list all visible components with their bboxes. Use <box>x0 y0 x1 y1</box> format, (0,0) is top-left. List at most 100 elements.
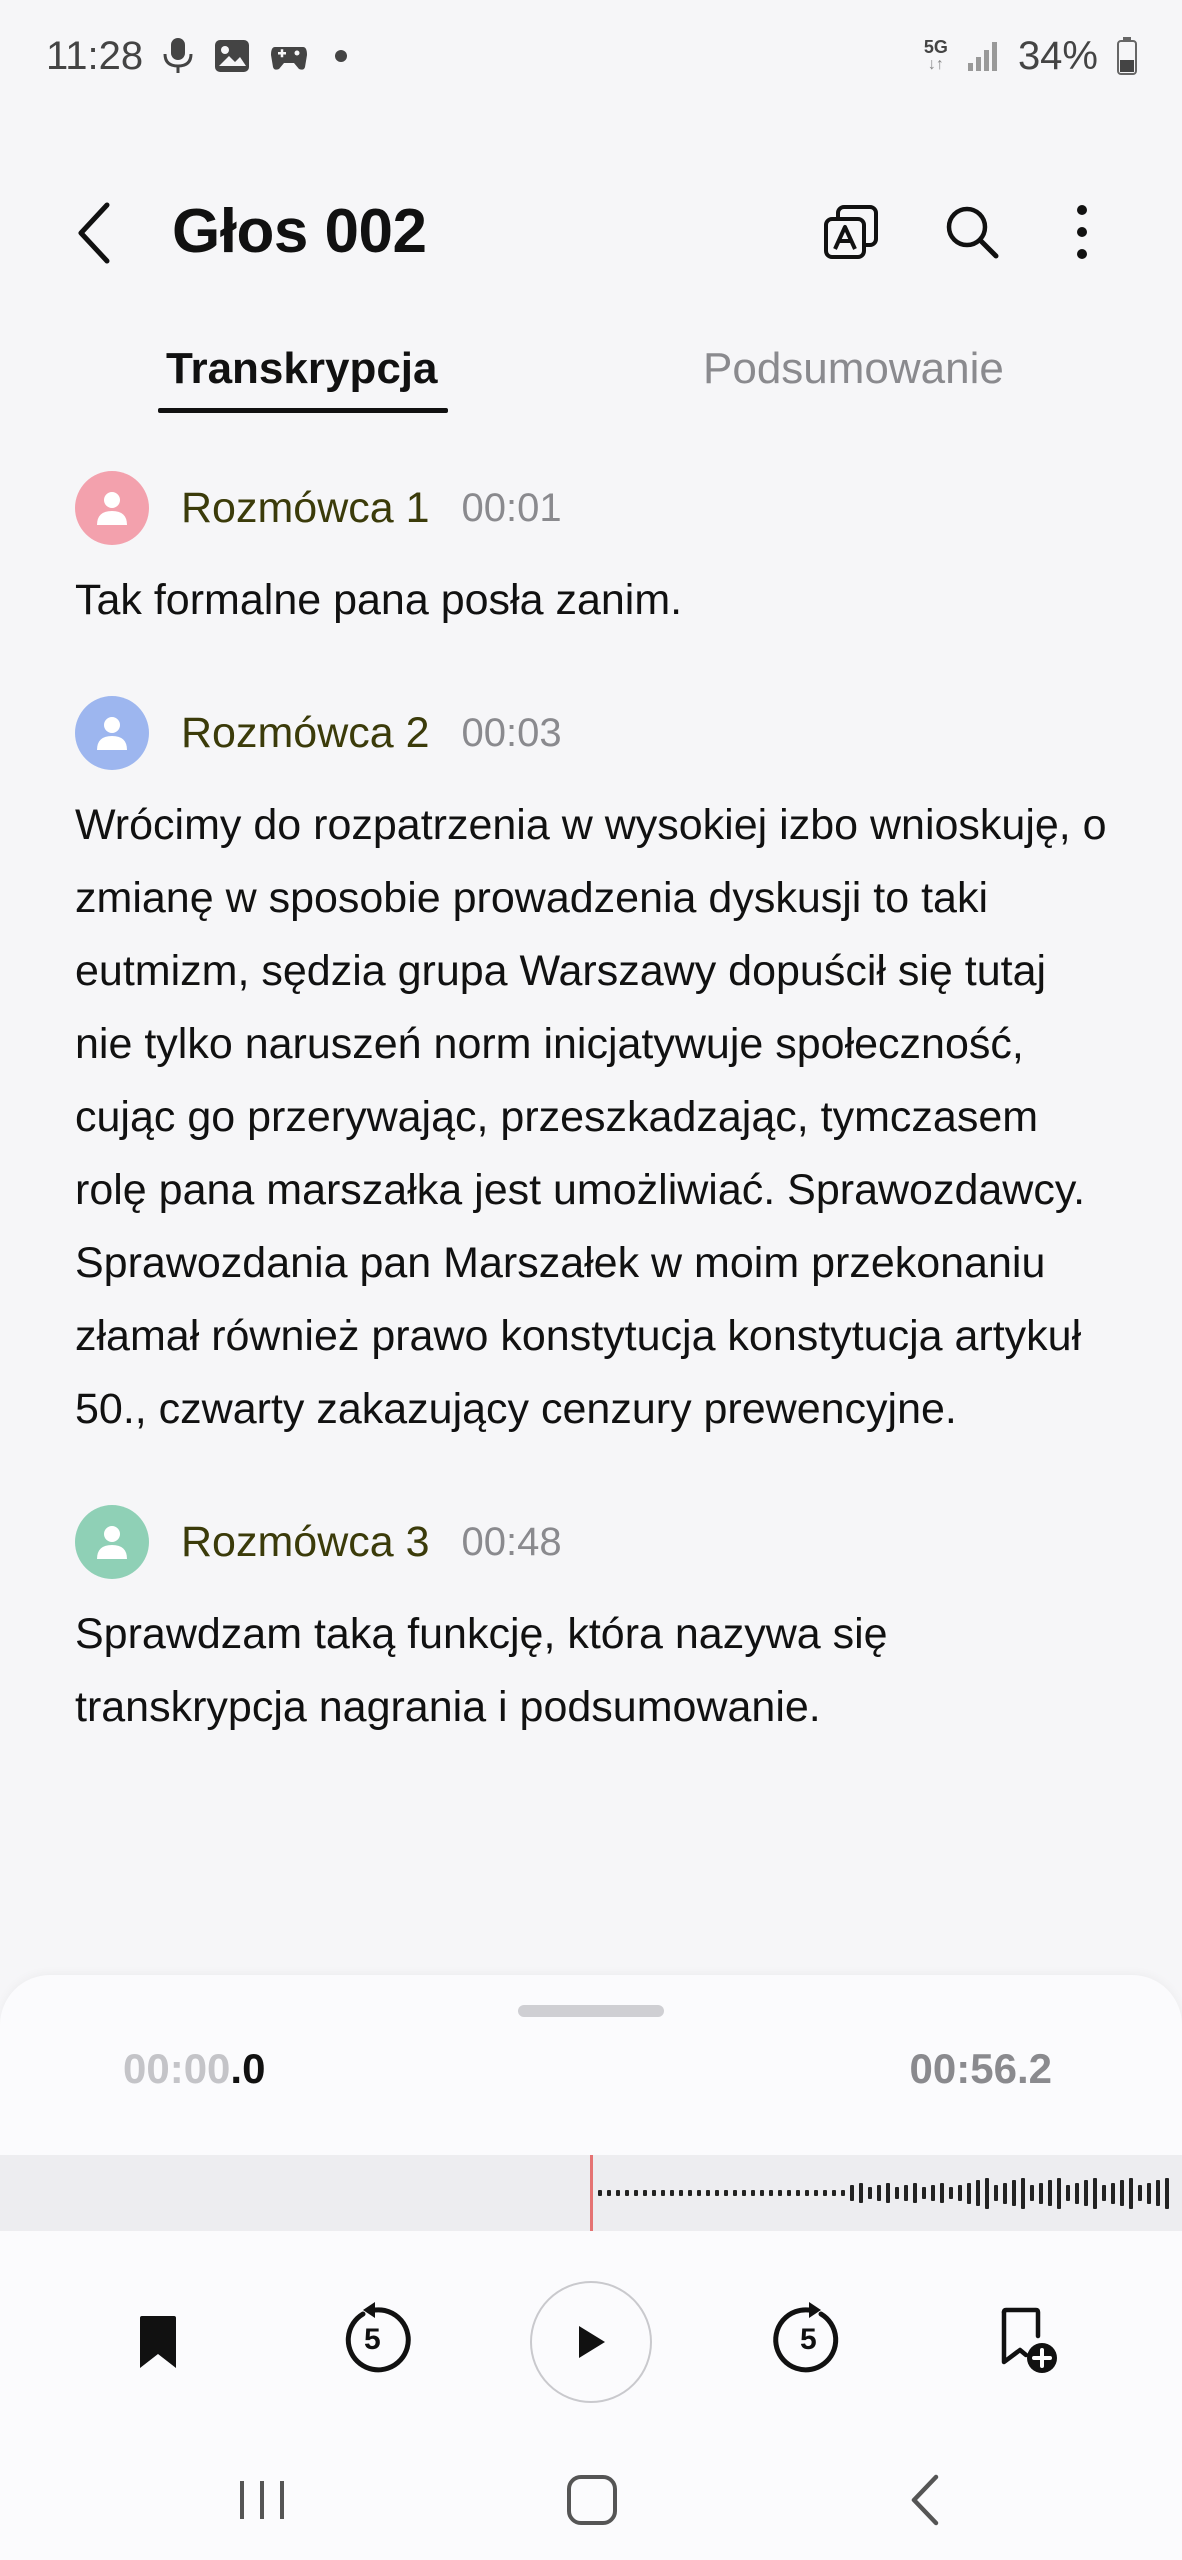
waveform-bar <box>724 2190 728 2196</box>
more-options-button[interactable] <box>1046 196 1118 268</box>
transcript-list: Rozmówca 1 00:01 Tak formalne pana posła… <box>75 470 1115 1802</box>
waveform-bar <box>733 2190 737 2196</box>
waveform-bar <box>895 2187 899 2199</box>
transcript-entry: Rozmówca 2 00:03 Wrócimy do rozpatrzenia… <box>75 695 1115 1446</box>
waveform-bar <box>769 2190 773 2196</box>
current-time-fraction: .0 <box>230 2045 266 2092</box>
waveform-bar <box>1048 2180 1052 2206</box>
waveform-bar <box>922 2187 926 2199</box>
forward-button[interactable]: 5 <box>764 2295 854 2385</box>
page-title: Głos 002 <box>172 197 427 266</box>
waveform-bar <box>940 2183 944 2203</box>
translate-button[interactable] <box>815 196 887 268</box>
waveform-bar <box>859 2183 863 2203</box>
tab-summary[interactable]: Podsumowanie <box>703 344 1004 394</box>
speaker-timestamp[interactable]: 00:01 <box>462 486 562 531</box>
data-arrows-icon: ↓↑ <box>927 56 944 73</box>
rewind-seconds: 5 <box>364 2323 381 2356</box>
waveform-bar <box>1138 2185 1142 2201</box>
recents-button[interactable] <box>222 2468 302 2532</box>
waveform-scrubber[interactable] <box>0 2155 1182 2231</box>
network-indicator: 5G ↓↑ <box>924 38 948 74</box>
waveform-bars <box>598 2155 1182 2231</box>
waveform-bar <box>1084 2180 1088 2206</box>
person-icon <box>97 492 127 525</box>
waveform-bar <box>994 2185 998 2201</box>
waveform-bar <box>1156 2180 1160 2206</box>
translate-icon <box>824 205 878 259</box>
waveform-bar <box>1102 2185 1106 2201</box>
waveform-bar <box>598 2190 602 2196</box>
speaker-name[interactable]: Rozmówca 2 <box>181 709 430 758</box>
forward-seconds: 5 <box>800 2323 817 2356</box>
waveform-bar <box>625 2190 629 2196</box>
status-left: 11:28 <box>46 34 348 79</box>
tab-transcription[interactable]: Transkrypcja <box>166 344 438 394</box>
play-button[interactable] <box>530 2281 652 2403</box>
back-nav-icon <box>911 2474 939 2526</box>
waveform-bar <box>832 2190 836 2196</box>
waveform-bar <box>877 2185 881 2201</box>
waveform-bar <box>1030 2185 1034 2201</box>
battery-percent: 34% <box>1017 33 1098 78</box>
rewind-button[interactable]: 5 <box>330 2295 420 2385</box>
home-button[interactable] <box>552 2468 632 2532</box>
waveform-bar <box>1021 2177 1025 2209</box>
speaker-avatar[interactable] <box>75 471 149 545</box>
waveform-bar <box>652 2190 656 2196</box>
search-icon <box>946 206 999 259</box>
transcript-entry: Rozmówca 1 00:01 Tak formalne pana posła… <box>75 470 1115 637</box>
back-nav-button[interactable] <box>884 2468 964 2532</box>
waveform-bar <box>670 2190 674 2196</box>
status-bar: 11:28 5G ↓↑ 34% <box>0 0 1182 112</box>
waveform-bar <box>742 2190 746 2196</box>
waveform-bar <box>1111 2182 1115 2204</box>
more-icon <box>1077 205 1087 259</box>
waveform-bar <box>688 2190 692 2196</box>
waveform-bar <box>1066 2185 1070 2201</box>
bookmark-icon <box>140 2316 176 2368</box>
back-button[interactable] <box>60 198 130 268</box>
image-icon <box>213 38 251 74</box>
status-right: 5G ↓↑ 34% <box>924 34 1138 79</box>
waveform-bar <box>1165 2177 1169 2209</box>
drag-handle[interactable] <box>518 2005 664 2017</box>
speaker-avatar[interactable] <box>75 1505 149 1579</box>
playback-controls: 5 5 <box>0 2265 1182 2445</box>
speaker-timestamp[interactable]: 00:48 <box>462 1520 562 1565</box>
bookmark-button[interactable] <box>120 2305 196 2381</box>
home-icon <box>567 2475 617 2525</box>
speaker-name[interactable]: Rozmówca 3 <box>181 1518 430 1567</box>
waveform-bar <box>931 2185 935 2201</box>
waveform-bar <box>1012 2180 1016 2206</box>
waveform-bar <box>661 2190 665 2196</box>
speaker-row: Rozmówca 1 00:01 <box>75 470 1115 546</box>
mic-icon <box>161 36 195 76</box>
signal-icon <box>966 39 1000 73</box>
active-tab-indicator <box>158 408 448 413</box>
waveform-bar <box>1039 2182 1043 2204</box>
waveform-bar <box>985 2177 989 2209</box>
waveform-bar <box>697 2190 701 2196</box>
speaker-timestamp[interactable]: 00:03 <box>462 711 562 756</box>
add-bookmark-button[interactable] <box>988 2301 1068 2381</box>
gamepad-icon <box>269 39 309 73</box>
speaker-avatar[interactable] <box>75 696 149 770</box>
waveform-bar <box>850 2185 854 2201</box>
waveform-bar <box>1147 2182 1151 2204</box>
system-nav-bar <box>0 2440 1182 2560</box>
play-icon <box>579 2326 605 2358</box>
waveform-bar <box>949 2187 953 2199</box>
utterance-text: Tak formalne pana posła zanim. <box>75 576 683 624</box>
search-button[interactable] <box>936 196 1008 268</box>
waveform-bar <box>976 2180 980 2206</box>
tab-bar: Transkrypcja Podsumowanie <box>0 330 1182 420</box>
speaker-name[interactable]: Rozmówca 1 <box>181 484 430 533</box>
playhead[interactable] <box>590 2155 593 2231</box>
add-bookmark-icon <box>1001 2307 1057 2373</box>
waveform-bar <box>841 2190 845 2196</box>
waveform-bar <box>1093 2177 1097 2209</box>
recents-icon <box>240 2481 284 2519</box>
utterance-text: Sprawdzam taką funkcję, która nazywa się… <box>75 1610 888 1731</box>
waveform-bar <box>715 2190 719 2196</box>
